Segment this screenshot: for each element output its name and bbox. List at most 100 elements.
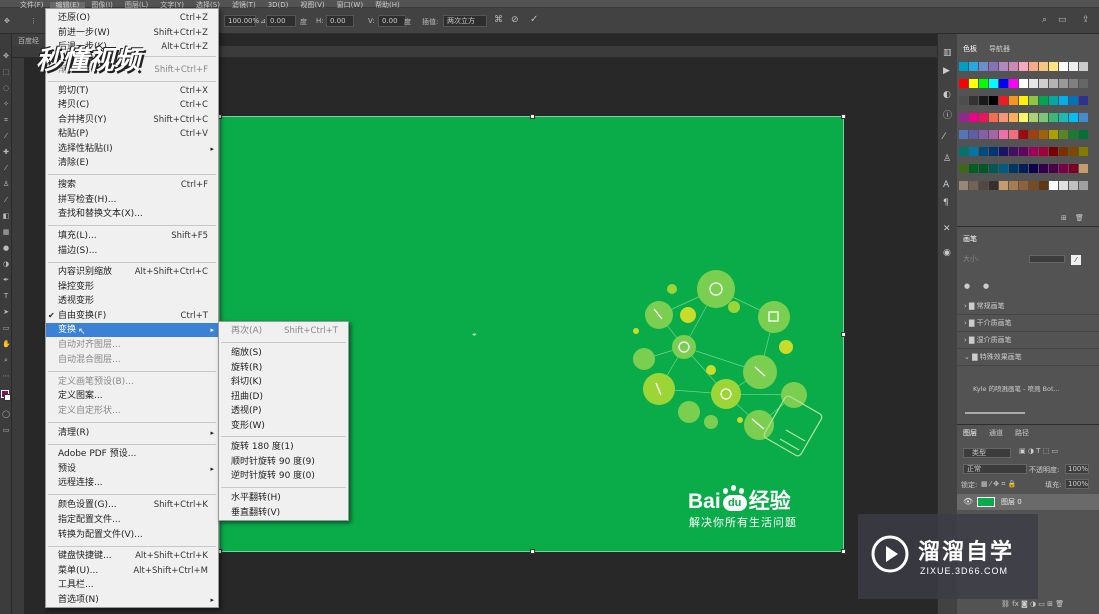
width-percent-field[interactable]: 100.00% xyxy=(224,15,259,27)
brush-preset-icon[interactable]: ● xyxy=(983,282,989,290)
color-swatch[interactable] xyxy=(979,181,988,190)
color-swatch[interactable] xyxy=(1009,181,1018,190)
color-swatch[interactable] xyxy=(959,164,968,173)
color-swatch[interactable] xyxy=(959,62,968,71)
color-swatch[interactable] xyxy=(1019,79,1028,88)
color-swatch[interactable] xyxy=(969,113,978,122)
menu-item-menus[interactable]: 菜单(U)... Alt+Shift+Ctrl+M xyxy=(46,564,218,578)
transform-handle[interactable] xyxy=(841,549,846,554)
brush-toggle-icon[interactable]: ⁄ xyxy=(1071,255,1081,265)
tab-swatches[interactable]: 色板 xyxy=(963,44,977,54)
tools-icon[interactable]: ✕ xyxy=(943,224,951,234)
menu-item-toolbar[interactable]: 工具栏... xyxy=(46,578,218,592)
color-swatch[interactable] xyxy=(1029,181,1038,190)
color-swatch[interactable] xyxy=(1069,181,1078,190)
marquee-tool-icon[interactable]: ⬚ xyxy=(2,68,10,76)
color-swatch[interactable] xyxy=(1029,130,1038,139)
crop-tool-icon[interactable]: ⌗ xyxy=(2,116,10,124)
color-swatch[interactable] xyxy=(989,113,998,122)
color-swatch[interactable] xyxy=(1079,79,1088,88)
transform-handle[interactable] xyxy=(841,114,846,119)
fill-field[interactable]: 100% xyxy=(1065,479,1089,489)
color-swatch[interactable] xyxy=(1059,79,1068,88)
color-swatch[interactable] xyxy=(999,164,1008,173)
color-swatch[interactable] xyxy=(1059,96,1068,105)
menu-item-presets[interactable]: 预设 ▸ xyxy=(46,462,218,476)
layer-row[interactable]: 👁 图层 0 xyxy=(957,494,1099,510)
submenu-item-scale[interactable]: 缩放(S) xyxy=(219,346,348,360)
submenu-item-rotate[interactable]: 旋转(R) xyxy=(219,361,348,375)
dodge-tool-icon[interactable]: ◑ xyxy=(2,260,10,268)
layer-name[interactable]: 图层 0 xyxy=(1001,497,1022,507)
color-swatch[interactable] xyxy=(1069,130,1078,139)
submenu-item-again[interactable]: 再次(A) Shift+Ctrl+T xyxy=(219,324,348,338)
blend-mode-select[interactable]: 正常 xyxy=(963,464,1027,474)
color-swatch[interactable] xyxy=(1079,96,1088,105)
menu-item-define-shape[interactable]: 定义自定形状... xyxy=(46,404,218,418)
brush-size-slider[interactable] xyxy=(1029,255,1065,263)
path-select-icon[interactable]: ➤ xyxy=(2,308,10,316)
color-swatch[interactable] xyxy=(1059,181,1068,190)
brush-tool-icon[interactable]: ⁄ xyxy=(2,164,10,172)
angle-field[interactable]: 0.00 xyxy=(266,15,296,27)
color-swatch[interactable] xyxy=(999,79,1008,88)
menu-item-copy[interactable]: 拷贝(C) Ctrl+C xyxy=(46,98,218,112)
color-swatch[interactable] xyxy=(1009,96,1018,105)
color-swatch[interactable] xyxy=(999,130,1008,139)
color-swatch[interactable] xyxy=(979,96,988,105)
color-swatch[interactable] xyxy=(999,181,1008,190)
brush-group-special[interactable]: ⌄ ▇ 特殊效果画笔 xyxy=(957,349,1099,366)
screen-mode-icon[interactable]: ▭ xyxy=(2,426,10,434)
submenu-item-rotate-180[interactable]: 旋转 180 度(1) xyxy=(219,440,348,454)
menu-item-convert-profile[interactable]: 转换为配置文件(V)... xyxy=(46,528,218,542)
shape-tool-icon[interactable]: ▭ xyxy=(2,324,10,332)
color-swatch[interactable] xyxy=(1049,181,1058,190)
menu-item-define-pattern[interactable]: 定义图案... xyxy=(46,389,218,403)
healing-brush-icon[interactable]: ✚ xyxy=(2,148,10,156)
transform-handle[interactable] xyxy=(530,549,535,554)
share-icon[interactable]: ⇪ xyxy=(1082,15,1090,25)
menu-item-transform[interactable]: 变换 ↖ ▸ xyxy=(46,323,218,337)
color-swatch[interactable] xyxy=(1019,147,1028,156)
color-swatch[interactable] xyxy=(979,147,988,156)
transform-center-icon[interactable]: ⌖ xyxy=(472,330,477,340)
submenu-item-rotate-90-cw[interactable]: 顺时针旋转 90 度(9) xyxy=(219,455,348,469)
color-swatch[interactable] xyxy=(979,62,988,71)
submenu-item-flip-horizontal[interactable]: 水平翻转(H) xyxy=(219,491,348,505)
color-swatch[interactable] xyxy=(989,181,998,190)
color-swatch[interactable] xyxy=(1039,147,1048,156)
color-swatch[interactable] xyxy=(1009,164,1018,173)
color-swatch[interactable] xyxy=(1039,130,1048,139)
color-swatch[interactable] xyxy=(1079,62,1088,71)
eyedropper-icon[interactable]: ⁄ xyxy=(2,132,10,140)
color-swatch[interactable] xyxy=(999,62,1008,71)
color-swatch[interactable] xyxy=(1049,164,1058,173)
type-tool-icon[interactable]: T xyxy=(2,292,10,300)
color-swatch[interactable] xyxy=(1019,181,1028,190)
color-swatch[interactable] xyxy=(1009,62,1018,71)
menu-item-free-transform[interactable]: ✔ 自由变换(F) Ctrl+T xyxy=(46,309,218,323)
quick-mask-icon[interactable]: ◯ xyxy=(2,410,10,418)
new-swatch-icon[interactable]: ⊞ xyxy=(1061,214,1067,222)
color-swatch[interactable] xyxy=(959,181,968,190)
submenu-item-skew[interactable]: 斜切(K) xyxy=(219,375,348,389)
color-swatch[interactable] xyxy=(1079,181,1088,190)
actions-icon[interactable]: ▶ xyxy=(943,66,950,76)
color-swatch[interactable] xyxy=(959,79,968,88)
color-swatch[interactable] xyxy=(989,147,998,156)
adjustments-icon[interactable]: ◐ xyxy=(943,90,951,100)
layer-footer-icons[interactable]: ⛓ fx ◙ ◑ ▭ ⊞ 🗑 xyxy=(1001,600,1064,608)
search-icon[interactable]: ⌕ xyxy=(1042,15,1047,25)
menu-item-spell-check[interactable]: 拼写检查(H)... xyxy=(46,193,218,207)
menu-item-color-settings[interactable]: 颜色设置(G)... Shift+Ctrl+K xyxy=(46,498,218,512)
color-swatch[interactable] xyxy=(1079,164,1088,173)
color-swatch[interactable] xyxy=(1019,130,1028,139)
menu-item-fill[interactable]: 填充(L)... Shift+F5 xyxy=(46,229,218,243)
color-swatch[interactable] xyxy=(1049,147,1058,156)
zoom-tool-icon[interactable]: ⌕ xyxy=(2,356,10,364)
color-swatch[interactable] xyxy=(959,130,968,139)
menu-item-paste[interactable]: 粘贴(P) Ctrl+V xyxy=(46,127,218,141)
move-tool-icon[interactable]: ✥ xyxy=(2,52,10,60)
color-swatch[interactable] xyxy=(1039,62,1048,71)
color-swatch[interactable] xyxy=(969,130,978,139)
